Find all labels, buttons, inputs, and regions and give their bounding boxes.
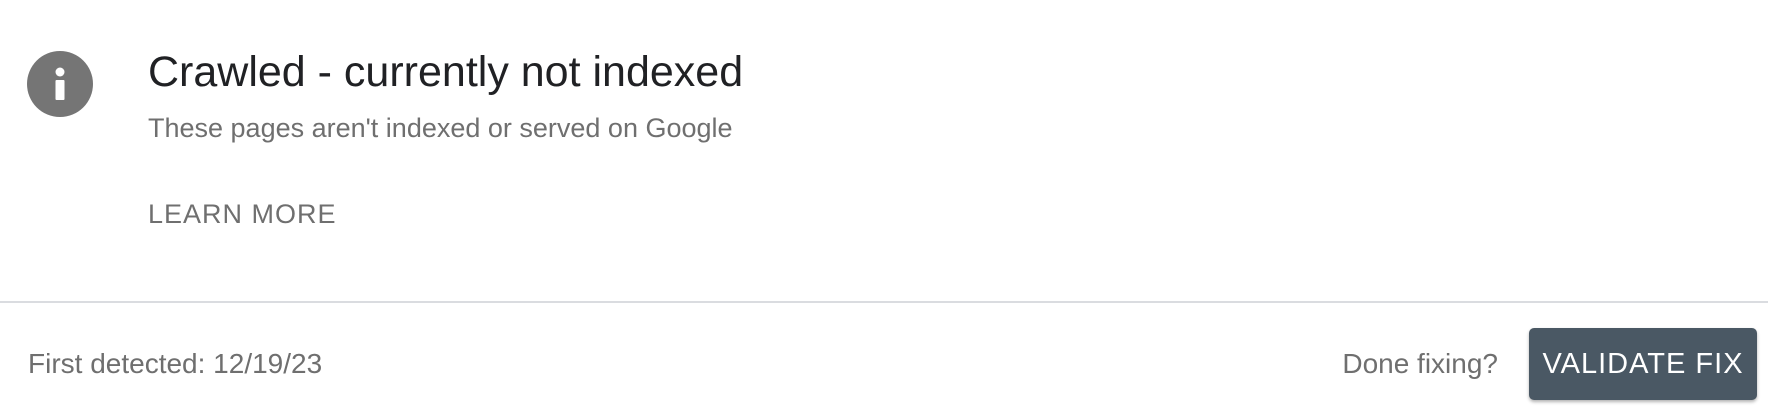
validate-fix-button[interactable]: VALIDATE FIX — [1529, 328, 1757, 400]
learn-more-button[interactable]: LEARN MORE — [140, 193, 345, 235]
issue-subtitle: These pages aren't indexed or served on … — [148, 113, 733, 143]
issue-title: Crawled - currently not indexed — [148, 48, 744, 96]
first-detected-date: First detected: 12/19/23 — [28, 348, 323, 379]
done-fixing-prompt: Done fixing? — [1342, 348, 1498, 379]
info-glyph — [55, 67, 65, 100]
divider — [0, 301, 1768, 303]
info-icon — [27, 51, 93, 117]
issue-card: Crawled - currently not indexed These pa… — [0, 0, 1768, 416]
